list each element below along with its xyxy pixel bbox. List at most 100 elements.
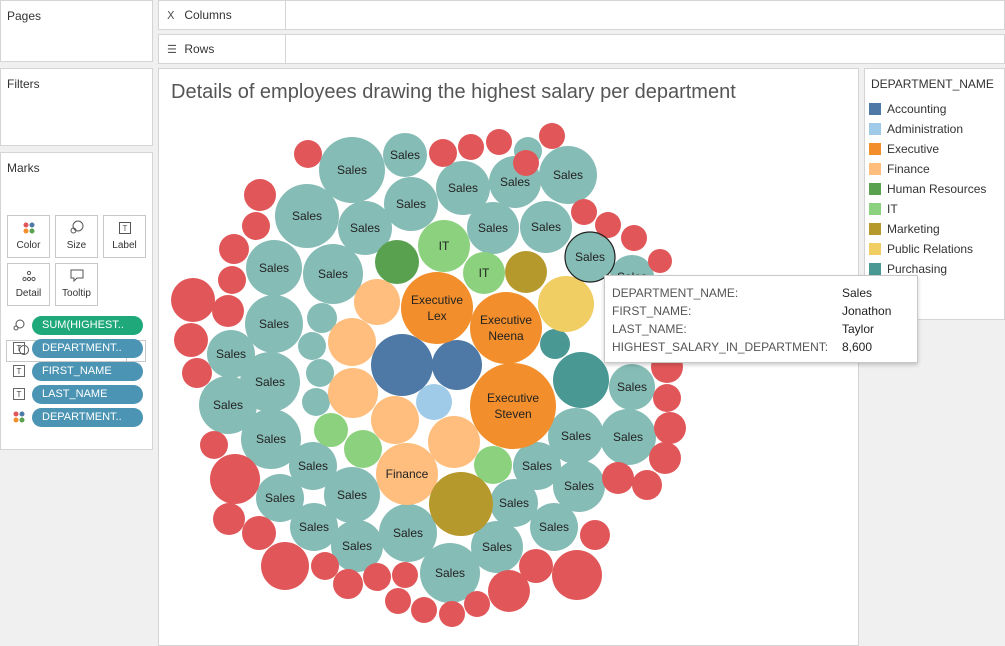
bubble-label: Sales xyxy=(350,221,380,235)
bubble-mark[interactable] xyxy=(429,139,457,167)
detail-icon xyxy=(8,268,49,288)
bubble-mark[interactable] xyxy=(464,591,490,617)
bubble-mark[interactable] xyxy=(306,359,334,387)
bubble-mark[interactable] xyxy=(261,542,309,590)
bubble-mark[interactable] xyxy=(219,234,249,264)
bubble-mark[interactable] xyxy=(553,352,609,408)
bubble-mark[interactable] xyxy=(200,431,228,459)
legend-label: Public Relations xyxy=(887,242,974,256)
bubble-mark[interactable] xyxy=(375,240,419,284)
legend-label: Executive xyxy=(887,142,940,156)
bubble-label: Sales xyxy=(337,488,367,502)
bubble-mark[interactable] xyxy=(242,516,276,550)
bubble-label: Sales xyxy=(617,380,647,394)
bubble-mark[interactable] xyxy=(653,384,681,412)
field-pill-department-label[interactable]: DEPARTMENT.. xyxy=(32,339,143,358)
svg-text:T: T xyxy=(122,224,127,233)
bubble-mark[interactable] xyxy=(298,332,326,360)
bubble-mark[interactable] xyxy=(363,563,391,591)
label-button-label: Label xyxy=(112,240,137,251)
bubble-mark[interactable] xyxy=(432,340,482,390)
bubble-mark[interactable] xyxy=(328,368,378,418)
legend-item[interactable]: IT xyxy=(869,201,898,217)
bubble-mark[interactable] xyxy=(621,225,647,251)
legend-item[interactable]: Human Resources xyxy=(869,181,986,197)
columns-icon: Ⅹ xyxy=(167,10,175,22)
bubble-mark[interactable] xyxy=(371,396,419,444)
field-pill-department-color[interactable]: DEPARTMENT.. xyxy=(32,408,143,427)
legend-item[interactable]: Administration xyxy=(869,121,963,137)
bubble-mark[interactable] xyxy=(302,388,330,416)
bubble-mark[interactable] xyxy=(428,416,480,468)
legend-label: Accounting xyxy=(887,102,947,116)
bubble-mark[interactable] xyxy=(371,334,433,396)
bubble-mark[interactable] xyxy=(328,318,376,366)
field-pill-sum-highest[interactable]: SUM(HIGHEST.. xyxy=(32,316,143,335)
columns-label: Columns xyxy=(184,8,232,22)
bubble-mark[interactable] xyxy=(416,384,452,420)
detail-button[interactable]: Detail xyxy=(7,263,50,306)
color-button[interactable]: Color xyxy=(7,215,50,258)
bubble-label: Sales xyxy=(448,181,478,195)
bubble-mark[interactable] xyxy=(242,212,270,240)
field-pill-last-name[interactable]: LAST_NAME xyxy=(32,385,143,404)
bubble-mark[interactable] xyxy=(540,329,570,359)
bubble-mark[interactable] xyxy=(538,276,594,332)
columns-shelf[interactable]: Ⅹ Columns xyxy=(158,0,1005,30)
bubble-mark[interactable] xyxy=(171,278,215,322)
size-button[interactable]: Size xyxy=(55,215,98,258)
legend-item[interactable]: Executive xyxy=(869,141,939,157)
bubble-mark[interactable] xyxy=(552,550,602,600)
filters-panel[interactable]: Filters xyxy=(0,68,153,146)
bubble-mark[interactable] xyxy=(429,472,493,536)
bubble-mark[interactable] xyxy=(571,199,597,225)
bubble-mark[interactable] xyxy=(212,295,244,327)
bubble-mark[interactable] xyxy=(519,549,553,583)
bubble-mark[interactable] xyxy=(174,323,208,357)
bubble-mark[interactable] xyxy=(458,134,484,160)
field-pill-first-name[interactable]: FIRST_NAME xyxy=(32,362,143,381)
bubble-mark[interactable] xyxy=(648,249,672,273)
bubble-label: IT xyxy=(439,239,450,253)
bubble-mark[interactable] xyxy=(439,601,465,627)
label-button[interactable]: T Label xyxy=(103,215,146,258)
bubble-label: Sales xyxy=(575,250,605,264)
bubble-mark[interactable] xyxy=(602,462,634,494)
bubble-mark[interactable] xyxy=(401,272,473,344)
bubble-mark[interactable] xyxy=(392,562,418,588)
legend-item[interactable]: Marketing xyxy=(869,221,940,237)
bubble-mark[interactable] xyxy=(411,597,437,623)
bubble-mark[interactable] xyxy=(182,358,212,388)
bubble-mark[interactable] xyxy=(210,454,260,504)
bubble-mark[interactable] xyxy=(513,150,539,176)
bubble-mark[interactable] xyxy=(213,503,245,535)
bubble-mark[interactable] xyxy=(311,552,339,580)
bubble-mark[interactable] xyxy=(649,442,681,474)
bubble-mark[interactable] xyxy=(539,123,565,149)
legend-label: Human Resources xyxy=(887,182,987,196)
bubble-mark[interactable] xyxy=(314,413,348,447)
bubble-mark[interactable] xyxy=(470,292,542,364)
bubble-mark[interactable] xyxy=(385,588,411,614)
bubble-mark[interactable] xyxy=(486,129,512,155)
bubble-mark[interactable] xyxy=(632,470,662,500)
bubble-mark[interactable] xyxy=(294,140,322,168)
bubble-mark[interactable] xyxy=(354,279,400,325)
bubble-mark[interactable] xyxy=(505,251,547,293)
bubble-mark[interactable] xyxy=(580,520,610,550)
bubble-label: Sales xyxy=(499,496,529,510)
bubble-label: Lex xyxy=(427,309,446,323)
bubble-mark[interactable] xyxy=(654,412,686,444)
tooltip-button[interactable]: Tooltip xyxy=(55,263,98,306)
bubble-mark[interactable] xyxy=(344,430,382,468)
bubble-mark[interactable] xyxy=(470,363,556,449)
rows-shelf[interactable]: ☰ Rows xyxy=(158,34,1005,64)
legend-item[interactable]: Accounting xyxy=(869,101,946,117)
legend-item[interactable]: Finance xyxy=(869,161,930,177)
legend-item[interactable]: Public Relations xyxy=(869,241,973,257)
bubble-mark[interactable] xyxy=(333,569,363,599)
bubble-mark[interactable] xyxy=(244,179,276,211)
tooltip-key: FIRST_NAME: xyxy=(612,304,692,318)
legend-swatch xyxy=(869,123,881,135)
bubble-mark[interactable] xyxy=(218,266,246,294)
